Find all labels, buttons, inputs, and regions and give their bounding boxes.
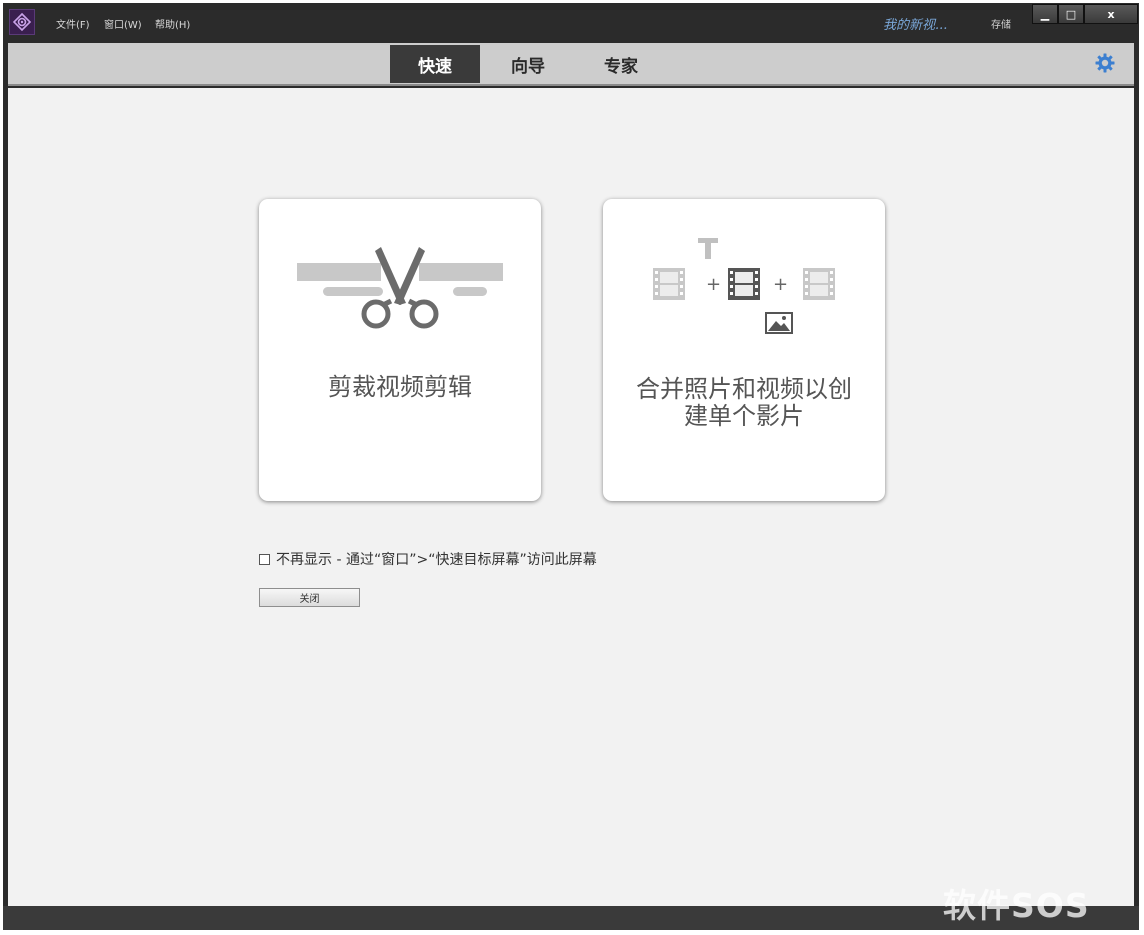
menu-window[interactable]: 窗口(W): [104, 16, 142, 31]
dont-show-again[interactable]: 不再显示 - 通过“窗口”>“快速目标屏幕”访问此屏幕: [259, 549, 597, 569]
app-window: 文件(F) 窗口(W) 帮助(H) 我的新视... 存储 ▁ □ x 快速 向导…: [3, 3, 1139, 930]
combine-media-title-line2: 建单个影片: [684, 402, 804, 430]
menu-help[interactable]: 帮助(H): [155, 16, 190, 31]
minimize-button[interactable]: ▁: [1032, 4, 1058, 24]
save-button[interactable]: 存储: [991, 16, 1011, 31]
trim-video-title: 剪裁视频剪辑: [328, 373, 472, 401]
svg-text:+: +: [706, 274, 721, 295]
mode-bar: 快速 向导 专家: [8, 43, 1134, 86]
trim-video-card[interactable]: 剪裁视频剪辑: [259, 199, 541, 501]
svg-text:+: +: [773, 274, 788, 295]
app-logo-icon: [9, 9, 35, 35]
menu-file[interactable]: 文件(F): [56, 16, 90, 31]
close-window-button[interactable]: x: [1084, 4, 1138, 24]
window-controls: ▁ □ x: [1032, 4, 1138, 24]
close-button[interactable]: 关闭: [259, 588, 360, 607]
gear-icon[interactable]: [1095, 53, 1115, 73]
dont-show-checkbox[interactable]: [259, 553, 270, 565]
scissors-icon: [297, 247, 503, 329]
maximize-button[interactable]: □: [1058, 4, 1084, 24]
tab-quick[interactable]: 快速: [390, 45, 480, 83]
quick-start-screen: 剪裁视频剪辑 + + 合并照片和视频以创 建单个影片 不再显示 - 通过“窗口”…: [8, 88, 1134, 906]
dont-show-label: 不再显示 - 通过“窗口”>“快速目标屏幕”访问此屏幕: [276, 552, 597, 568]
tab-guided[interactable]: 向导: [498, 45, 558, 83]
title-bar: 文件(F) 窗口(W) 帮助(H) 我的新视... 存储 ▁ □ x: [3, 3, 1139, 41]
combine-media-title-line1: 合并照片和视频以创: [636, 375, 852, 403]
watermark: 软件SOS: [943, 886, 1090, 925]
combine-media-title: 合并照片和视频以创 建单个影片: [603, 376, 885, 430]
project-name[interactable]: 我的新视...: [883, 14, 947, 33]
tab-expert[interactable]: 专家: [591, 45, 651, 83]
minimize-icon: ▁: [1040, 7, 1050, 21]
close-icon: x: [1107, 7, 1115, 21]
maximize-icon: □: [1065, 7, 1077, 21]
combine-media-card[interactable]: + + 合并照片和视频以创 建单个影片: [603, 199, 885, 501]
combine-media-icon: + +: [653, 238, 835, 334]
